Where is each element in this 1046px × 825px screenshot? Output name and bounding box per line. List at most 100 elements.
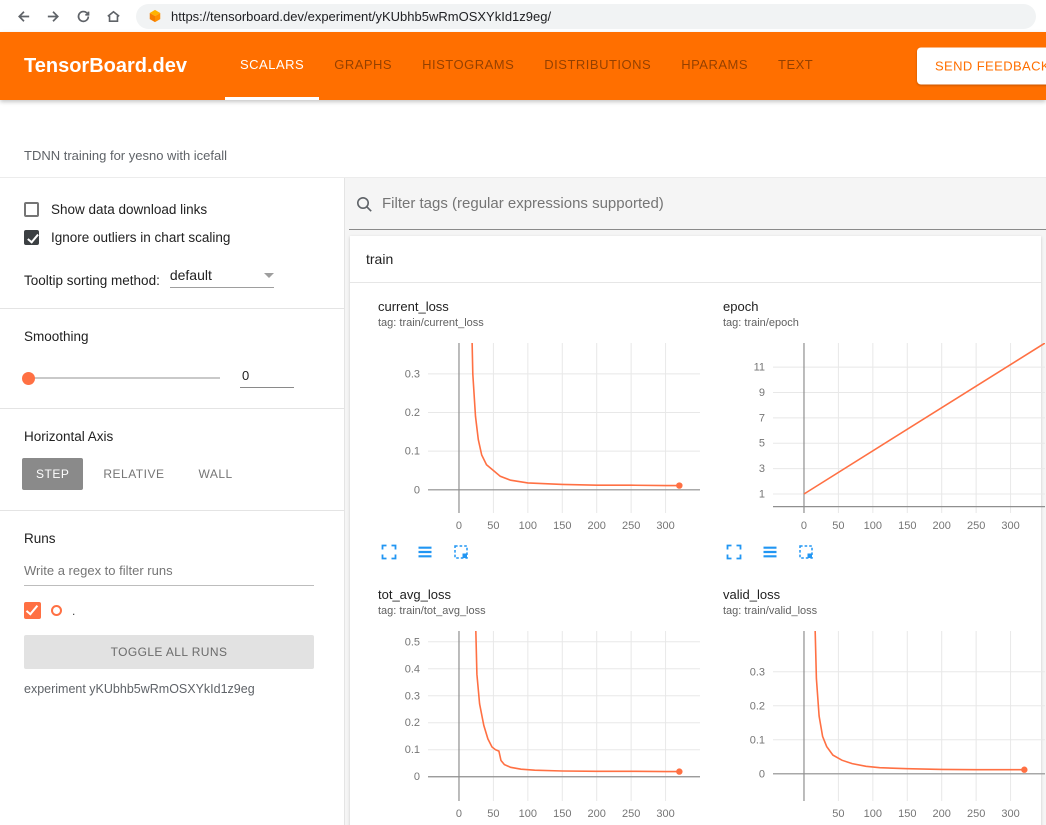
- tag-filter-bar: [349, 178, 1046, 230]
- subheader: TDNN training for yesno with icefall: [0, 100, 1046, 178]
- horizontal-axis-toggle-group: STEP RELATIVE WALL: [22, 458, 314, 490]
- checkbox-unchecked-icon[interactable]: [24, 202, 39, 217]
- checkbox-label: Show data download links: [51, 202, 207, 217]
- tab-scalars[interactable]: SCALARS: [225, 32, 319, 100]
- chart-grid: current_loss tag: train/current_loss 00.…: [350, 283, 1041, 825]
- svg-text:300: 300: [1001, 520, 1019, 532]
- forward-icon[interactable]: [40, 3, 66, 29]
- tab-text[interactable]: TEXT: [763, 32, 828, 100]
- svg-text:0: 0: [456, 520, 462, 532]
- axis-wall-button[interactable]: WALL: [184, 458, 246, 490]
- svg-text:100: 100: [519, 808, 537, 820]
- svg-text:0: 0: [456, 808, 462, 820]
- show-download-links-toggle[interactable]: Show data download links: [24, 202, 314, 217]
- svg-text:300: 300: [656, 520, 674, 532]
- run-name: .: [72, 604, 75, 618]
- divider: [0, 308, 344, 309]
- svg-text:0.2: 0.2: [750, 700, 765, 712]
- smoothing-value-input[interactable]: 0: [240, 368, 294, 388]
- svg-text:300: 300: [656, 808, 674, 820]
- line-chart[interactable]: 00.10.20.30.40.5050100150200250300: [378, 627, 705, 825]
- svg-text:9: 9: [759, 387, 765, 399]
- tensorboard-logo-icon: [148, 9, 162, 23]
- fit-domain-icon[interactable]: [452, 543, 470, 561]
- line-chart[interactable]: 1357911050100150200250300: [723, 339, 1046, 537]
- svg-text:0: 0: [759, 768, 765, 780]
- expand-chart-icon[interactable]: [725, 543, 743, 561]
- svg-text:11: 11: [754, 362, 765, 374]
- smoothing-slider-row: 0: [24, 368, 314, 388]
- svg-text:100: 100: [519, 520, 537, 532]
- tooltip-sorting-dropdown[interactable]: default: [170, 267, 274, 288]
- tag-group-card: train current_loss tag: train/current_lo…: [350, 236, 1041, 825]
- chart-card-tot-avg-loss: tot_avg_loss tag: train/tot_avg_loss 00.…: [366, 587, 705, 825]
- svg-text:0.1: 0.1: [405, 446, 420, 458]
- run-checkbox-checked-icon[interactable]: [24, 602, 41, 619]
- tab-hparams[interactable]: HPARAMS: [666, 32, 763, 100]
- svg-text:150: 150: [898, 808, 916, 820]
- line-chart[interactable]: 00.10.20.350100150200250300: [723, 627, 1046, 825]
- expand-chart-icon[interactable]: [380, 543, 398, 561]
- svg-text:7: 7: [759, 412, 765, 424]
- axis-relative-button[interactable]: RELATIVE: [89, 458, 178, 490]
- svg-text:5: 5: [759, 438, 765, 450]
- svg-text:200: 200: [933, 520, 951, 532]
- svg-text:100: 100: [864, 808, 882, 820]
- slider-thumb[interactable]: [22, 372, 35, 385]
- svg-text:200: 200: [933, 808, 951, 820]
- url-text[interactable]: https://tensorboard.dev/experiment/yKUbh…: [171, 9, 551, 24]
- address-bar[interactable]: https://tensorboard.dev/experiment/yKUbh…: [136, 4, 1036, 29]
- svg-text:250: 250: [622, 808, 640, 820]
- axis-step-button[interactable]: STEP: [22, 458, 83, 490]
- tab-histograms[interactable]: HISTOGRAMS: [407, 32, 529, 100]
- reload-icon[interactable]: [70, 3, 96, 29]
- send-feedback-button[interactable]: SEND FEEDBACK: [917, 48, 1046, 85]
- svg-text:0.4: 0.4: [405, 663, 420, 675]
- run-color-circle-icon: [51, 605, 62, 616]
- svg-text:0.3: 0.3: [405, 368, 420, 380]
- run-list-item[interactable]: .: [24, 602, 314, 619]
- tag-group-title[interactable]: train: [350, 236, 1041, 283]
- svg-text:50: 50: [487, 520, 499, 532]
- dropdown-selected-value: default: [170, 267, 212, 283]
- svg-text:200: 200: [588, 520, 606, 532]
- fit-domain-icon[interactable]: [797, 543, 815, 561]
- svg-text:100: 100: [864, 520, 882, 532]
- svg-text:0: 0: [414, 771, 420, 783]
- svg-text:50: 50: [487, 808, 499, 820]
- chart-title: tot_avg_loss: [378, 587, 705, 602]
- checkbox-checked-icon[interactable]: [24, 230, 39, 245]
- divider: [0, 510, 344, 511]
- tag-filter-input[interactable]: [382, 195, 1040, 212]
- chart-tag: tag: train/valid_loss: [723, 605, 1046, 617]
- svg-text:0: 0: [801, 520, 807, 532]
- svg-text:150: 150: [553, 520, 571, 532]
- chart-card-valid-loss: valid_loss tag: train/valid_loss 00.10.2…: [711, 587, 1046, 825]
- tab-graphs[interactable]: GRAPHS: [319, 32, 407, 100]
- svg-text:0.3: 0.3: [750, 666, 765, 678]
- home-icon[interactable]: [100, 3, 126, 29]
- svg-text:50: 50: [832, 808, 844, 820]
- runs-filter-input[interactable]: [24, 556, 314, 586]
- svg-text:0: 0: [414, 484, 420, 496]
- smoothing-label: Smoothing: [24, 329, 314, 344]
- chart-title: current_loss: [378, 299, 705, 314]
- tooltip-sorting-row: Tooltip sorting method: default: [24, 267, 314, 288]
- browser-toolbar: https://tensorboard.dev/experiment/yKUbh…: [0, 0, 1046, 32]
- svg-text:50: 50: [832, 520, 844, 532]
- toggle-all-runs-button[interactable]: TOGGLE ALL RUNS: [24, 635, 314, 669]
- app-header: TensorBoard.dev SCALARS GRAPHS HISTOGRAM…: [0, 32, 1046, 100]
- main-content: train current_loss tag: train/current_lo…: [345, 178, 1046, 825]
- back-icon[interactable]: [10, 3, 36, 29]
- toggle-y-axis-icon[interactable]: [416, 543, 434, 561]
- line-chart[interactable]: 00.10.20.3050100150200250300: [378, 339, 705, 537]
- settings-sidebar: Show data download links Ignore outliers…: [0, 178, 345, 825]
- svg-text:300: 300: [1001, 808, 1019, 820]
- ignore-outliers-toggle[interactable]: Ignore outliers in chart scaling: [24, 230, 314, 245]
- tab-distributions[interactable]: DISTRIBUTIONS: [529, 32, 666, 100]
- chart-toolbar: [723, 543, 1046, 561]
- smoothing-slider[interactable]: [24, 377, 220, 379]
- toggle-y-axis-icon[interactable]: [761, 543, 779, 561]
- search-icon: [355, 195, 373, 213]
- chart-title: valid_loss: [723, 587, 1046, 602]
